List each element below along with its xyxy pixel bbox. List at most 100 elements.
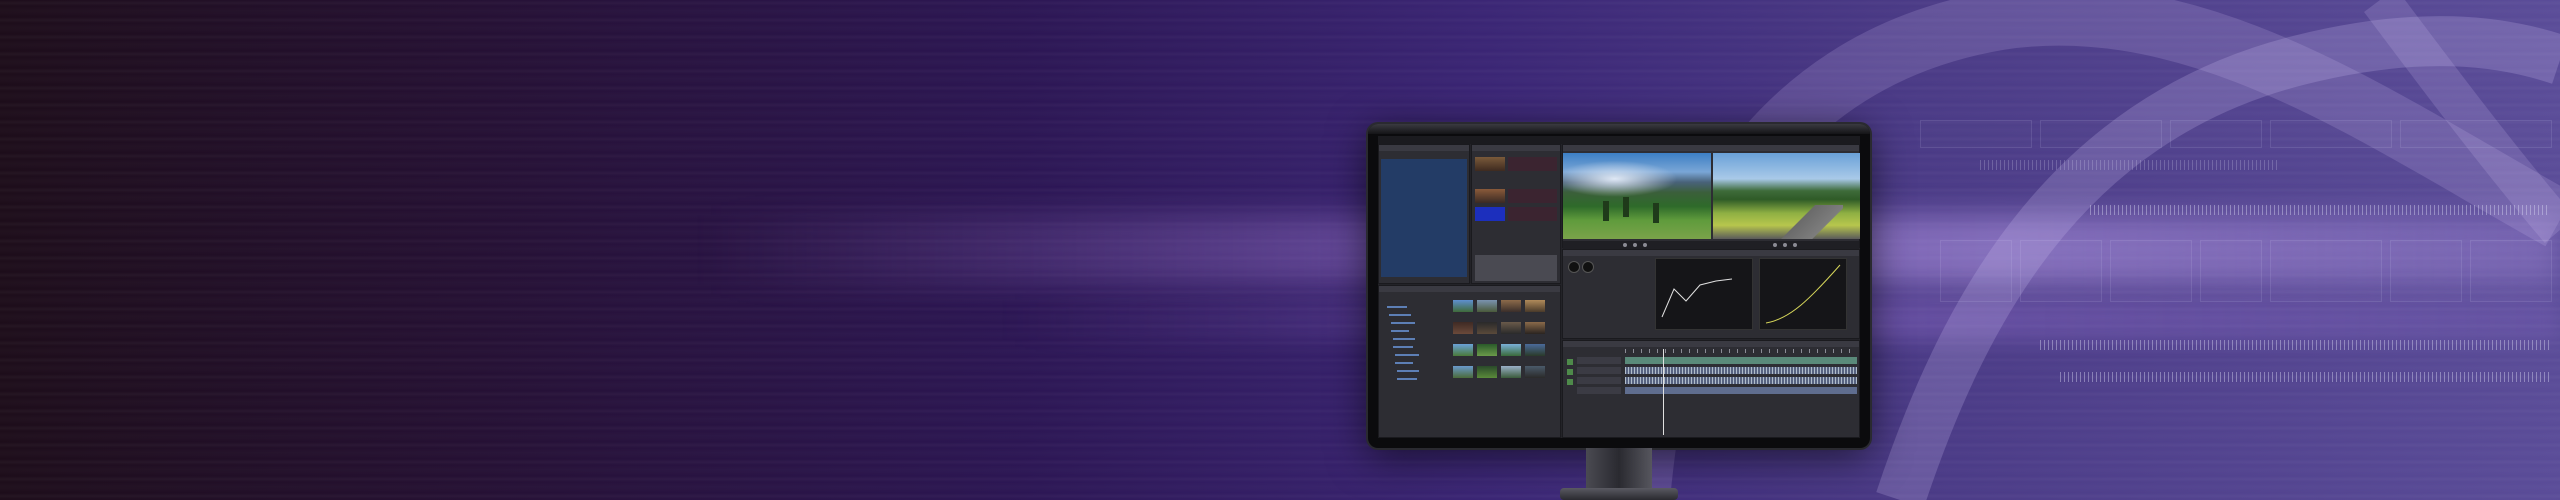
tree-item[interactable] [1391, 330, 1409, 332]
monitor-icon [1368, 124, 1870, 448]
bg-clip [1920, 120, 2032, 148]
tree-item[interactable] [1395, 354, 1419, 356]
tree-item[interactable] [1387, 306, 1407, 308]
tree-item[interactable] [1393, 338, 1415, 340]
curve-icon [1661, 278, 1733, 318]
empty-slot [1475, 255, 1557, 281]
track-toggle[interactable] [1567, 379, 1573, 385]
bg-clip [2020, 240, 2102, 302]
tree-item[interactable] [1391, 322, 1415, 324]
bin-row [1508, 207, 1557, 221]
transport-button[interactable] [1783, 243, 1787, 247]
bin-thumb [1475, 157, 1505, 171]
media-browser [1378, 285, 1561, 438]
hero-banner [0, 0, 2560, 500]
track-header[interactable] [1577, 357, 1621, 364]
bg-clip [2270, 240, 2382, 302]
clip-thumbnail[interactable] [1501, 344, 1521, 356]
sequence-timeline [1562, 340, 1860, 438]
bin-row [1508, 157, 1557, 171]
tree-item[interactable] [1397, 370, 1419, 372]
transport-bar [1563, 241, 1859, 249]
monitor-base [1560, 488, 1678, 500]
clip-thumbnail[interactable] [1453, 344, 1473, 356]
palm-tree [1603, 201, 1609, 221]
audio-waveform-icon [1980, 160, 2280, 170]
clip-thumbnail[interactable] [1453, 300, 1473, 312]
bin-thumb [1475, 189, 1505, 203]
bg-clip [2390, 240, 2462, 302]
palm-tree [1653, 203, 1659, 223]
clip-thumbnail[interactable] [1453, 366, 1473, 378]
clip-thumbnail[interactable] [1501, 300, 1521, 312]
transport-button[interactable] [1643, 243, 1647, 247]
clip-thumbnail[interactable] [1501, 366, 1521, 378]
clip-thumbnail[interactable] [1501, 322, 1521, 334]
transport-button[interactable] [1633, 243, 1637, 247]
clip-thumbnail[interactable] [1477, 322, 1497, 334]
effect-header [1563, 250, 1859, 256]
browser-header [1379, 286, 1560, 292]
audio-track[interactable] [1625, 387, 1857, 394]
track-header[interactable] [1577, 367, 1621, 374]
effect-controls [1565, 258, 1651, 336]
playhead[interactable] [1663, 349, 1664, 435]
clip-thumbnail[interactable] [1453, 322, 1473, 334]
clip-thumbnail[interactable] [1525, 300, 1545, 312]
app-menubar [1378, 136, 1860, 144]
audio-waveform-icon [2060, 372, 2550, 382]
bg-clip [2400, 120, 2552, 148]
editor-screen [1378, 136, 1860, 438]
transport-button[interactable] [1773, 243, 1777, 247]
tree-item[interactable] [1395, 362, 1413, 364]
transport-button[interactable] [1793, 243, 1797, 247]
keyframe-graph[interactable] [1655, 258, 1753, 330]
monitor-stand [1586, 448, 1652, 488]
color-curve[interactable] [1759, 258, 1847, 330]
clip-thumbnail[interactable] [1477, 344, 1497, 356]
clip-thumbnail[interactable] [1525, 344, 1545, 356]
clip-thumbnail[interactable] [1525, 366, 1545, 378]
bg-clip [2200, 240, 2262, 302]
knob-icon[interactable] [1583, 262, 1593, 272]
project-list-pane [1378, 144, 1470, 284]
monitor-bezel [1368, 124, 1870, 134]
transport-button[interactable] [1623, 243, 1627, 247]
track-toggle[interactable] [1567, 369, 1573, 375]
video-viewer [1562, 144, 1860, 249]
track-header[interactable] [1577, 377, 1621, 384]
clip-thumbnail[interactable] [1525, 322, 1545, 334]
knob-icon[interactable] [1569, 262, 1579, 272]
tree-item[interactable] [1393, 346, 1413, 348]
timeline-header [1563, 341, 1859, 347]
project-list [1381, 159, 1467, 277]
video-timeline-icon[interactable] [1625, 357, 1857, 364]
audio-waveform-icon[interactable] [1625, 377, 1857, 384]
bin-row [1508, 189, 1557, 203]
bg-clip [2110, 240, 2192, 302]
bg-clip [2470, 240, 2552, 302]
audio-waveform-icon[interactable] [1625, 367, 1857, 374]
bg-clip [2170, 120, 2262, 148]
pane-header [1379, 145, 1469, 151]
audio-waveform-icon [2090, 205, 2550, 215]
curve-icon [1765, 264, 1841, 324]
clip-thumbnail[interactable] [1477, 300, 1497, 312]
bg-clip [1940, 240, 2012, 302]
tree-item[interactable] [1389, 314, 1411, 316]
pane-header [1472, 145, 1560, 151]
palm-tree [1623, 197, 1629, 217]
bg-clip [2040, 120, 2162, 148]
clip-thumbnail[interactable] [1477, 366, 1497, 378]
source-monitor [1563, 153, 1711, 239]
track-toggle[interactable] [1567, 359, 1573, 365]
bin-thumb [1475, 207, 1505, 221]
road [1773, 205, 1843, 239]
bin-pane [1471, 144, 1561, 284]
viewer-header [1563, 145, 1859, 151]
bg-clip [2270, 120, 2392, 148]
timecode-ruler[interactable] [1625, 349, 1857, 353]
tree-item[interactable] [1397, 378, 1417, 380]
effect-editor [1562, 249, 1860, 339]
track-header[interactable] [1577, 387, 1621, 394]
